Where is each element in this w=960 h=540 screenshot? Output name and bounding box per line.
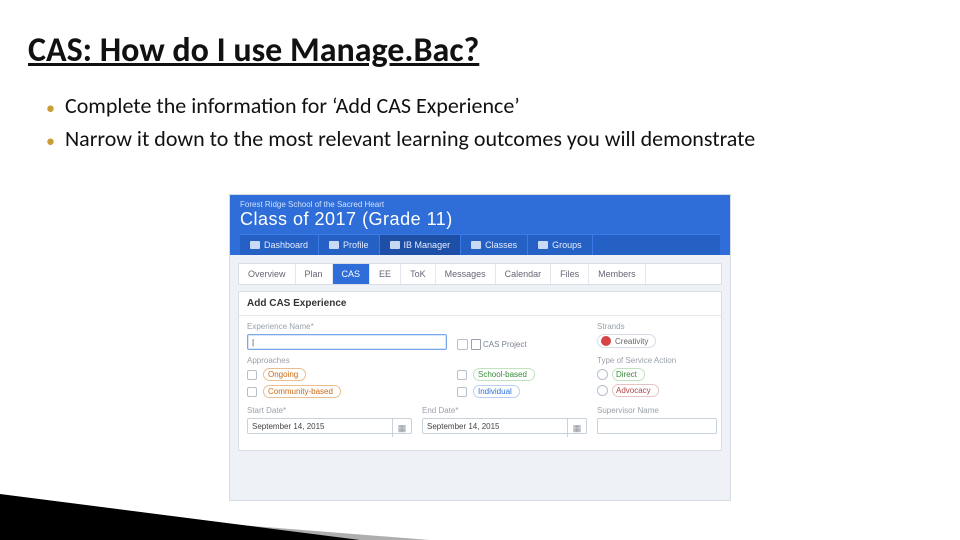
slide: CAS: How do I use Manage.Bac? • Complete… — [0, 0, 960, 540]
approach-ongoing-pill[interactable]: Ongoing — [263, 368, 306, 381]
app-header: Forest Ridge School of the Sacred Heart … — [230, 195, 730, 255]
approach-ongoing-checkbox[interactable] — [247, 370, 257, 380]
strand-creativity-label: Creativity — [615, 337, 648, 346]
id-card-icon — [329, 241, 339, 249]
radio-icon — [597, 369, 608, 380]
bullet-dot-icon: • — [46, 130, 55, 153]
start-date-label: Start Date* — [247, 406, 412, 415]
cas-project-checkbox[interactable]: CAS Project — [457, 339, 527, 350]
nav-classes[interactable]: Classes — [461, 235, 528, 255]
nav-label: Groups — [552, 240, 582, 250]
subnav-files[interactable]: Files — [551, 264, 589, 284]
nav-dashboard[interactable]: Dashboard — [240, 235, 319, 255]
form-row: Start Date* September 14, 2015 ▦ End Dat… — [247, 406, 713, 434]
grid-icon — [471, 241, 481, 249]
primary-nav: Dashboard Profile IB Manager Classes Gro… — [240, 234, 720, 255]
add-cas-panel: Add CAS Experience Experience Name* | CA… — [238, 291, 722, 451]
experience-name-label: Experience Name* — [247, 322, 447, 331]
cas-project-label: CAS Project — [483, 340, 527, 349]
subnav-tok[interactable]: ToK — [401, 264, 436, 284]
subnav-overview[interactable]: Overview — [239, 264, 296, 284]
add-cas-form: Experience Name* | CAS Project — [239, 316, 721, 440]
service-type-direct-radio[interactable]: Direct — [597, 368, 717, 381]
approach-community-checkbox[interactable] — [247, 387, 257, 397]
end-date-input[interactable]: September 14, 2015 ▦ — [422, 418, 587, 434]
checkbox-icon — [247, 370, 257, 380]
subnav-ee[interactable]: EE — [370, 264, 401, 284]
sub-nav: Overview Plan CAS EE ToK Messages Calend… — [238, 263, 722, 285]
clipboard-icon — [471, 339, 481, 350]
advocacy-badge: Advocacy — [612, 384, 659, 397]
service-type-advocacy-radio[interactable]: Advocacy — [597, 384, 717, 397]
class-title: Class of 2017 (Grade 11) — [240, 209, 720, 234]
school-name: Forest Ridge School of the Sacred Heart — [240, 200, 720, 209]
form-row: Experience Name* | CAS Project — [247, 322, 713, 350]
strand-creativity-pill[interactable]: Creativity — [597, 334, 656, 348]
approach-school-checkbox[interactable] — [457, 370, 467, 380]
nav-label: IB Manager — [404, 240, 451, 250]
subnav-members[interactable]: Members — [589, 264, 646, 284]
experience-name-input[interactable]: | — [247, 334, 447, 350]
bullet-dot-icon: • — [46, 97, 55, 120]
globe-icon — [390, 241, 400, 249]
panel-title: Add CAS Experience — [239, 292, 721, 316]
approach-community-pill[interactable]: Community-based — [263, 385, 341, 398]
people-icon — [538, 241, 548, 249]
type-of-service-label: Type of Service Action — [597, 356, 717, 365]
slide-bullet-list: • Complete the information for ‘Add CAS … — [46, 92, 900, 157]
slide-title: CAS: How do I use Manage.Bac? — [28, 30, 479, 71]
calendar-icon: ▦ — [567, 419, 586, 437]
nav-profile[interactable]: Profile — [319, 235, 380, 255]
nav-label: Profile — [343, 240, 369, 250]
calendar-icon: ▦ — [392, 419, 411, 437]
decorative-wedge — [0, 494, 360, 540]
nav-groups[interactable]: Groups — [528, 235, 593, 255]
creativity-dot-icon — [601, 336, 611, 346]
direct-badge: Direct — [612, 368, 645, 381]
subnav-calendar[interactable]: Calendar — [496, 264, 552, 284]
start-date-input[interactable]: September 14, 2015 ▦ — [247, 418, 412, 434]
subnav-messages[interactable]: Messages — [436, 264, 496, 284]
slide-bullet: • Complete the information for ‘Add CAS … — [46, 92, 900, 121]
managebac-screenshot: Forest Ridge School of the Sacred Heart … — [230, 195, 730, 500]
end-date-value: September 14, 2015 — [427, 422, 500, 431]
subnav-cas[interactable]: CAS — [333, 264, 371, 284]
nav-label: Classes — [485, 240, 517, 250]
approach-individual-checkbox[interactable] — [457, 387, 467, 397]
form-row: Approaches Ongoing Community-based — [247, 356, 713, 400]
radio-icon — [597, 385, 608, 396]
gauge-icon — [250, 241, 260, 249]
approach-individual-pill[interactable]: Individual — [473, 385, 520, 398]
nav-label: Dashboard — [264, 240, 308, 250]
checkbox-icon — [457, 370, 467, 380]
bullet-text: Narrow it down to the most relevant lear… — [65, 125, 900, 154]
supervisor-name-input[interactable] — [597, 418, 717, 434]
checkbox-icon — [247, 387, 257, 397]
spacer — [457, 356, 587, 365]
strands-label: Strands — [597, 322, 717, 331]
checkbox-icon — [457, 387, 467, 397]
slide-bullet: • Narrow it down to the most relevant le… — [46, 125, 900, 154]
nav-ib-manager[interactable]: IB Manager — [380, 235, 462, 255]
subnav-plan[interactable]: Plan — [296, 264, 333, 284]
checkbox-icon — [457, 339, 468, 350]
supervisor-label: Supervisor Name — [597, 406, 717, 415]
start-date-value: September 14, 2015 — [252, 422, 325, 431]
approach-school-pill[interactable]: School-based — [473, 368, 535, 381]
approaches-label: Approaches — [247, 356, 447, 365]
bullet-text: Complete the information for ‘Add CAS Ex… — [65, 92, 900, 121]
end-date-label: End Date* — [422, 406, 587, 415]
